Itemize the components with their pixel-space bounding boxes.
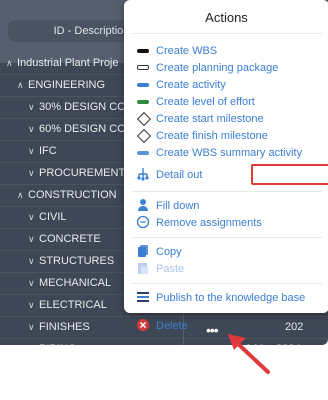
row-label-text: MECHANICAL — [39, 277, 112, 289]
row-label: ∨ STRUCTURES — [28, 250, 114, 272]
menu-item-label: Create level of effort — [156, 96, 255, 108]
row-label-text: CONSTRUCTION — [28, 189, 117, 201]
menu-separator — [132, 33, 322, 34]
chevron-up-icon[interactable]: ∧ — [17, 74, 28, 96]
row-label-text: STRUCTURES — [39, 255, 115, 267]
chevron-down-icon[interactable]: ∨ — [28, 96, 39, 118]
row-label-text: 30% DESIGN CO — [39, 101, 126, 113]
row-label: ∨ IFC — [28, 140, 57, 162]
row-label: ∨ CIVIL — [28, 206, 67, 228]
chevron-down-icon[interactable]: ∨ — [28, 118, 39, 140]
actions-menu: Actions Create WBS Create planning packa… — [124, 0, 328, 313]
row-label: ∧ CONSTRUCTION — [17, 184, 117, 206]
red-arrow-icon — [228, 334, 270, 374]
chevron-down-icon[interactable]: ∨ — [28, 250, 39, 272]
chevron-down-icon[interactable]: ∨ — [28, 162, 39, 184]
row-label: ∧ ENGINEERING — [17, 74, 105, 96]
menu-item-label: Publish to the knowledge base — [156, 292, 306, 304]
chevron-down-icon[interactable]: ∨ — [28, 294, 39, 316]
row-label: ∨ 60% DESIGN CO — [28, 118, 126, 140]
minus-circle-icon — [136, 215, 151, 231]
menu-item-label: Create planning package — [156, 62, 279, 74]
outline-bar-icon — [136, 60, 151, 76]
highlight-box — [251, 164, 328, 185]
more-actions-button[interactable]: ••• — [206, 323, 219, 337]
black-bar-icon — [136, 43, 151, 59]
chevron-down-icon[interactable]: ∨ — [28, 140, 39, 162]
row-label: ∨ ELECTRICAL — [28, 294, 107, 316]
menu-item-label: Detail out — [156, 169, 203, 181]
menu-item-label: Create finish milestone — [156, 130, 268, 142]
copy-icon — [136, 244, 151, 260]
menu-item-label: Create WBS summary activity — [156, 147, 303, 159]
row-label-text: CIVIL — [39, 211, 67, 223]
menu-item-label: Create activity — [156, 79, 226, 91]
menu-item-label: Delete — [156, 320, 188, 332]
chevron-up-icon[interactable]: ∧ — [6, 52, 17, 74]
menu-item-label: Remove assignments — [156, 217, 262, 229]
menu-item-label: Paste — [156, 263, 185, 275]
row-label: ∨ CONCRETE — [28, 228, 101, 250]
row-label-text: PROCUREMENT — [39, 167, 126, 179]
chevron-down-icon[interactable]: ∨ — [28, 316, 39, 338]
menu-title: Actions — [205, 10, 248, 25]
menu-item-label: Copy — [156, 246, 182, 258]
delete-circle-icon — [136, 318, 151, 334]
row-label-text: PIPING — [39, 343, 76, 345]
menu-separator — [132, 237, 322, 238]
paste-icon — [136, 261, 151, 277]
green-bar-icon — [136, 94, 151, 110]
row-label-text: FINISHES — [39, 321, 90, 333]
chevron-up-icon[interactable]: ∧ — [17, 184, 28, 206]
menu-item-label: Create start milestone — [156, 113, 264, 125]
row-label: PIPING — [39, 338, 76, 345]
menu-item-label: Create WBS — [156, 45, 218, 57]
row-label-text: 60% DESIGN CO — [39, 123, 126, 135]
diamond-icon — [136, 111, 152, 127]
row-label-text: IFC — [39, 145, 57, 157]
row-label-text: ENGINEERING — [28, 79, 106, 91]
chevron-down-icon[interactable]: ∨ — [28, 272, 39, 294]
person-icon — [136, 198, 151, 214]
row-label: ∨ 30% DESIGN CO — [28, 96, 126, 118]
row-label: ∧ Industrial Plant Proje — [6, 52, 119, 74]
row-label: ∨ FINISHES — [28, 316, 90, 338]
hierarchy-icon — [136, 167, 151, 183]
row-label: ∨ PROCUREMENT — [28, 162, 125, 184]
row-label-text: Industrial Plant Proje — [17, 57, 119, 69]
blue-bar-icon — [136, 145, 151, 161]
diamond-icon — [136, 128, 152, 144]
row-label: ∨ MECHANICAL — [28, 272, 111, 294]
chevron-down-icon[interactable]: ∨ — [28, 228, 39, 250]
chevron-down-icon[interactable]: ∨ — [28, 206, 39, 228]
publish-icon — [136, 290, 151, 306]
menu-item-label: Fill down — [156, 200, 200, 212]
menu-separator — [132, 283, 322, 284]
menu-separator — [132, 191, 322, 192]
blue-bar-icon — [136, 77, 151, 93]
table-row[interactable]: PIPING6 Mar 2024 — [0, 338, 328, 345]
row-label-text: ELECTRICAL — [39, 299, 107, 311]
row-start-date: 202 — [285, 321, 304, 333]
row-label-text: CONCRETE — [39, 233, 101, 245]
